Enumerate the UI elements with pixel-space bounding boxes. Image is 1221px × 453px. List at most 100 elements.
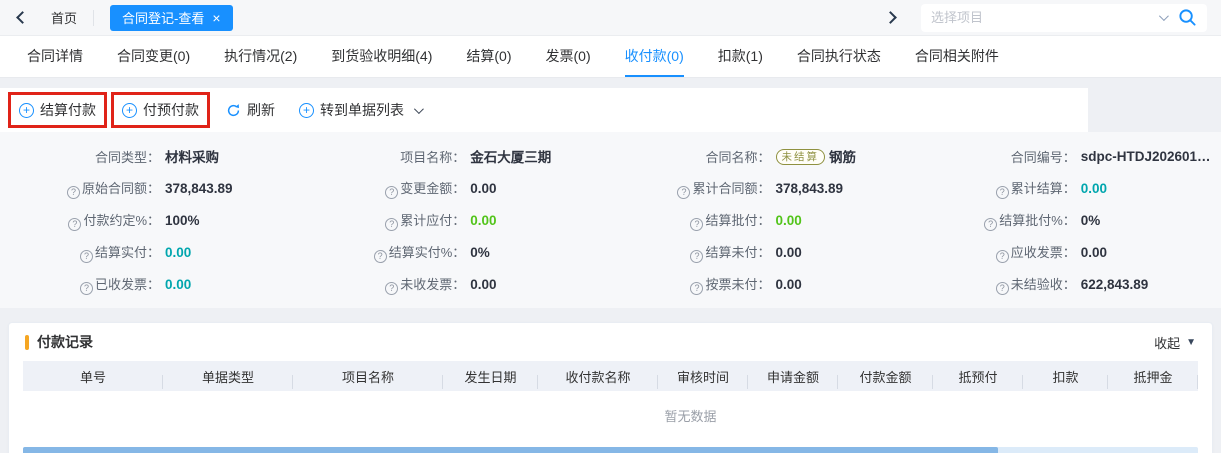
help-icon[interactable]: ? <box>80 250 93 263</box>
column-header-9[interactable]: 扣款 <box>1023 367 1108 386</box>
summary-field-14: ?结算未付：0.00 <box>611 236 916 268</box>
column-header-2[interactable]: 项目名称 <box>293 367 443 386</box>
field-label: ?原始合同额： <box>0 178 160 199</box>
tab-5[interactable]: 发票(0) <box>546 36 591 77</box>
column-header-1[interactable]: 单据类型 <box>163 367 293 386</box>
toolbar-button-2[interactable]: 刷新 <box>226 100 275 120</box>
field-label: ?结算批付%： <box>916 210 1076 231</box>
help-icon[interactable]: ? <box>996 250 1009 263</box>
help-icon[interactable]: ? <box>385 282 398 295</box>
field-value: 0.00 <box>470 213 496 228</box>
field-label: ?应收发票： <box>916 242 1076 263</box>
summary-field-4: ?原始合同额： 378,843.89 <box>0 172 305 204</box>
contract-summary: 合同类型：材料采购项目名称：金石大厦三期合同名称：未结算钢筋合同编号：sdpc-… <box>0 132 1221 308</box>
help-icon[interactable]: ? <box>385 186 398 199</box>
summary-field-6: ?累计合同额： 378,843.89 <box>611 172 916 204</box>
summary-field-12: ?结算实付：0.00 <box>0 236 305 268</box>
field-label: ?未收发票： <box>305 274 465 295</box>
scrollbar-thumb[interactable] <box>23 447 998 453</box>
column-header-6[interactable]: 申请金额 <box>748 367 838 386</box>
toolbar-button-3[interactable]: +转到单据列表 <box>299 100 421 120</box>
column-header-5[interactable]: 审核时间 <box>658 367 748 386</box>
summary-field-17: ?未收发票：0.00 <box>305 268 610 300</box>
help-icon[interactable]: ? <box>996 282 1009 295</box>
toolbar: +结算付款+付预付款刷新+转到单据列表 <box>0 88 1088 132</box>
summary-field-2: 合同名称：未结算钢筋 <box>611 140 916 172</box>
tab-3[interactable]: 到货验收明细(4) <box>331 36 432 77</box>
tab-6[interactable]: 收付款(0) <box>625 36 684 77</box>
field-label: ?结算批付： <box>611 210 771 231</box>
collapse-toggle[interactable]: 收起 ▼ <box>1154 333 1196 352</box>
summary-grid: 合同类型：材料采购项目名称：金石大厦三期合同名称：未结算钢筋合同编号：sdpc-… <box>0 140 1221 300</box>
field-value: 金石大厦三期 <box>470 146 551 166</box>
chevron-down-icon[interactable] <box>414 104 424 114</box>
search-icon[interactable] <box>1178 8 1197 27</box>
help-icon[interactable]: ? <box>80 282 93 295</box>
help-icon[interactable]: ? <box>67 186 80 199</box>
column-header-10[interactable]: 抵押金 <box>1108 367 1198 386</box>
field-value: 0.00 <box>776 245 802 260</box>
chevron-down-icon[interactable] <box>1159 11 1169 21</box>
project-select[interactable] <box>921 4 1207 32</box>
tab-0[interactable]: 合同详情 <box>27 36 83 77</box>
section-marker <box>25 335 29 350</box>
field-label: 项目名称： <box>305 147 465 166</box>
horizontal-scrollbar[interactable] <box>23 447 1198 453</box>
help-icon[interactable]: ? <box>984 218 997 231</box>
toolbar-button-0[interactable]: +结算付款 <box>19 100 96 120</box>
field-value: 378,843.89 <box>165 181 233 196</box>
help-icon[interactable]: ? <box>690 218 703 231</box>
status-badge: 未结算 <box>776 149 826 165</box>
field-value: 0.00 <box>165 245 191 260</box>
column-header-4[interactable]: 收付款名称 <box>538 367 658 386</box>
circle-plus-icon: + <box>122 103 137 118</box>
document-tab-label: 合同登记-查看 <box>122 8 204 27</box>
column-header-8[interactable]: 抵预付 <box>933 367 1023 386</box>
column-header-3[interactable]: 发生日期 <box>443 367 538 386</box>
forward-icon[interactable] <box>884 11 897 24</box>
field-value: 0% <box>470 245 490 260</box>
toolbar-button-1[interactable]: + 付预付款 <box>122 100 199 120</box>
tab-2[interactable]: 执行情况(2) <box>224 36 297 77</box>
project-select-input[interactable] <box>931 10 1155 25</box>
help-icon[interactable]: ? <box>690 250 703 263</box>
help-icon[interactable]: ? <box>374 250 387 263</box>
column-header-0[interactable]: 单号 <box>23 367 163 386</box>
toolbar-button-label: 付预付款 <box>143 100 199 120</box>
tab-8[interactable]: 合同执行状态 <box>797 36 881 77</box>
document-tab[interactable]: 合同登记-查看 × <box>110 5 233 31</box>
column-header-7[interactable]: 付款金额 <box>838 367 933 386</box>
tab-4[interactable]: 结算(0) <box>466 36 511 77</box>
summary-field-18: ?按票未付：0.00 <box>611 268 916 300</box>
field-value: sdpc-HTDJ202601… <box>1081 149 1211 164</box>
records-table-viewport: 单号单据类型项目名称发生日期收付款名称审核时间申请金额付款金额抵预付扣款抵押金支… <box>23 361 1198 443</box>
tab-7[interactable]: 扣款(1) <box>718 36 763 77</box>
field-label: ?变更金额： <box>305 178 465 199</box>
close-icon[interactable]: × <box>212 11 220 25</box>
section-title: 付款记录 <box>37 332 93 352</box>
field-label: ?已收发票： <box>0 274 160 295</box>
summary-field-0: 合同类型：材料采购 <box>0 140 305 172</box>
field-value: 0.00 <box>1081 181 1107 196</box>
home-link[interactable]: 首页 <box>51 8 77 27</box>
field-value: 100% <box>165 213 200 228</box>
tab-1[interactable]: 合同变更(0) <box>117 36 190 77</box>
back-icon[interactable] <box>16 11 29 24</box>
payment-records-card: 付款记录 收起 ▼ 单号单据类型项目名称发生日期收付款名称审核时间申请金额付款金… <box>8 322 1213 453</box>
highlight-annotation: +结算付款 <box>8 92 107 128</box>
help-icon[interactable]: ? <box>690 282 703 295</box>
field-value: 378,843.89 <box>776 181 844 196</box>
summary-field-10: ?结算批付：0.00 <box>611 204 916 236</box>
triangle-down-icon: ▼ <box>1186 337 1196 348</box>
summary-field-16: ?已收发票：0.00 <box>0 268 305 300</box>
field-label: ?累计合同额： <box>611 178 771 199</box>
tab-9[interactable]: 合同相关附件 <box>915 36 999 77</box>
toolbar-button-label: 刷新 <box>247 100 275 120</box>
field-value: 0.00 <box>470 181 496 196</box>
help-icon[interactable]: ? <box>385 218 398 231</box>
circle-plus-icon: + <box>19 103 34 118</box>
help-icon[interactable]: ? <box>68 218 81 231</box>
field-label: ?累计结算： <box>916 178 1076 199</box>
help-icon[interactable]: ? <box>677 186 690 199</box>
help-icon[interactable]: ? <box>996 186 1009 199</box>
